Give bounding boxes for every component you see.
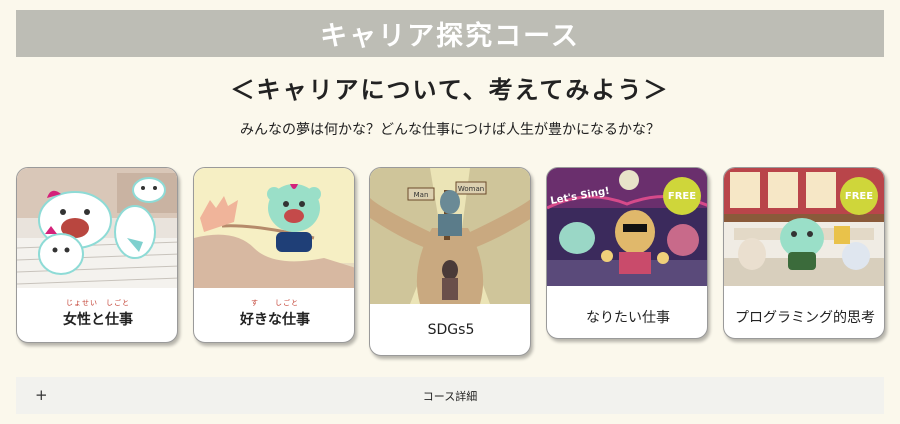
- course-title: キャリア探究コース: [320, 21, 580, 52]
- card-ruby-women-and-work: じょせい しごと: [66, 299, 130, 307]
- sign-man-text: Man: [414, 191, 429, 199]
- card-title-women-and-work: 女性と仕事: [63, 312, 133, 328]
- card-favorite-work[interactable]: す しごと好きな仕事: [193, 167, 355, 343]
- card-image-favorite-work: [194, 168, 354, 288]
- card-title-favorite-work: 好きな仕事: [240, 312, 310, 328]
- sign-woman-text: Woman: [458, 185, 484, 193]
- free-badge: FREE: [840, 177, 878, 215]
- card-image-sdgs5: Man Woman: [370, 168, 530, 304]
- card-programming-thinking[interactable]: FREE プログラミング的思考: [723, 167, 885, 339]
- course-header: キャリア探究コース: [16, 10, 884, 57]
- card-label-dream-job: なりたい仕事: [586, 310, 670, 326]
- course-details-label: コース詳細: [422, 389, 478, 403]
- card-label-sdgs5: SDGs5: [427, 322, 475, 338]
- card-label-women-and-work: じょせい しごと女性と仕事: [17, 299, 177, 329]
- course-subtitle: ＜キャリアについて、考えてみよう＞: [230, 76, 670, 104]
- card-label-programming-thinking: プログラミング的思考: [735, 310, 875, 326]
- course-lead-text: みんなの夢は何かな？どんな仕事につけば人生が豊かになるかな？: [240, 122, 660, 138]
- plus-icon: +: [35, 386, 48, 404]
- card-women-and-work[interactable]: じょせい しごと女性と仕事: [16, 167, 178, 343]
- free-badge: FREE: [663, 177, 701, 215]
- card-image-women-and-work: [17, 168, 177, 288]
- card-ruby-favorite-work: す しごと: [251, 299, 299, 307]
- card-label-favorite-work: す しごと好きな仕事: [194, 299, 354, 329]
- card-sdgs5[interactable]: Man Woman SDGs5: [369, 167, 531, 356]
- course-details-toggle[interactable]: + コース詳細: [16, 377, 884, 414]
- card-dream-job[interactable]: Let's Sing! FREE なりたい仕事: [546, 167, 708, 339]
